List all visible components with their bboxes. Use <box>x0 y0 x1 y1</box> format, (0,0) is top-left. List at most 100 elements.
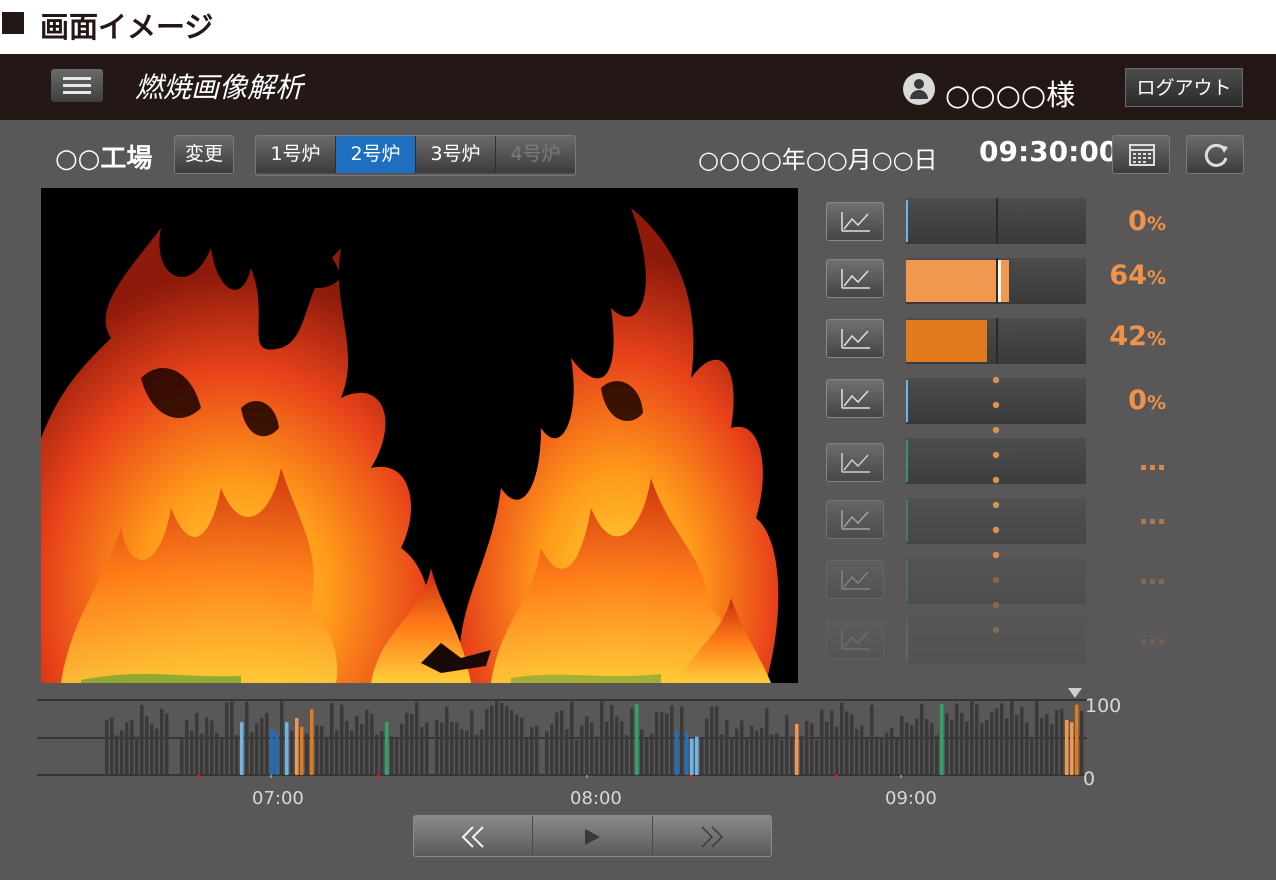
timeline-chart[interactable] <box>37 696 1087 778</box>
furnace-tabs: 1号炉 2号炉 3号炉 4号炉 <box>255 135 576 176</box>
timeline-bar <box>160 708 164 775</box>
trend-chart-button[interactable] <box>826 202 884 241</box>
timeline-bar <box>485 709 489 775</box>
combustion-camera-image <box>41 188 798 683</box>
timeline-bar <box>220 737 224 775</box>
refresh-button[interactable] <box>1186 135 1244 174</box>
page-heading: 画面イメージ <box>0 0 1276 52</box>
timeline-bar <box>705 718 709 775</box>
timeline-bar <box>590 722 594 775</box>
timeline-bar <box>340 704 344 775</box>
timeline-bar <box>455 722 459 775</box>
timeline-bar <box>550 724 554 775</box>
timeline-bar <box>245 701 249 775</box>
timeline-bar <box>215 732 219 775</box>
timeline-bar <box>505 705 509 775</box>
timeline-bar <box>1010 700 1014 775</box>
tab-furnace-3[interactable]: 3号炉 <box>416 136 496 173</box>
timeline-bar <box>525 739 529 775</box>
timeline-bar <box>700 739 704 775</box>
timeline-bar <box>815 739 819 775</box>
timeline-bar <box>635 704 639 775</box>
timeline-bar <box>800 735 804 775</box>
timeline-bar <box>535 725 539 775</box>
trend-chart-button[interactable] <box>826 319 884 358</box>
timeline-bar <box>1025 722 1029 775</box>
timeline-bar <box>920 703 924 775</box>
factory-name: ○○工場 <box>55 144 153 174</box>
time-label: 07:00 <box>252 788 304 809</box>
change-factory-button[interactable]: 変更 <box>174 135 234 174</box>
timeline-bar <box>325 736 329 775</box>
playback-controls <box>413 815 772 857</box>
marker-dot <box>992 501 1000 509</box>
timeline-bar <box>1080 711 1084 775</box>
timeline-bar <box>120 730 124 775</box>
metric-bar-fill <box>906 440 908 482</box>
trend-chart-button[interactable] <box>826 259 884 298</box>
timeline-bar <box>710 706 714 775</box>
play-button[interactable] <box>533 816 653 856</box>
timeline-bar <box>855 729 859 775</box>
timeline-bar <box>1060 708 1064 775</box>
timeline-bar <box>150 723 154 775</box>
timeline-bar <box>795 723 799 775</box>
timeline-bar <box>680 706 684 775</box>
line-chart-icon <box>841 389 870 409</box>
timeline-bar <box>355 715 359 775</box>
timeline-bar <box>290 730 294 775</box>
timeline-bar <box>840 702 844 775</box>
metric-bar <box>906 198 1086 244</box>
timeline-bar <box>460 729 464 775</box>
metric-value: … <box>1139 446 1166 477</box>
timeline-bar <box>285 722 289 775</box>
timeline-bar <box>870 704 874 775</box>
metric-bar-fill <box>906 560 908 602</box>
timeline-bar <box>630 708 634 775</box>
trend-chart-button[interactable] <box>826 500 884 539</box>
timeline-bar <box>275 733 279 775</box>
marker-dot <box>992 426 1000 434</box>
calendar-button[interactable] <box>1112 135 1170 174</box>
timeline-bar <box>660 712 664 775</box>
timeline-bar <box>105 720 109 775</box>
timeline-bar <box>845 711 849 775</box>
timeline-bar <box>610 705 614 775</box>
timeline-bar <box>600 700 604 775</box>
timeline-bar <box>955 703 959 775</box>
timeline-bar <box>790 736 794 775</box>
timeline-bar <box>715 706 719 775</box>
timeline-bar <box>560 710 564 775</box>
timeline-bar <box>945 713 949 775</box>
timeline-bar <box>380 731 384 775</box>
timeline-bar <box>265 713 269 775</box>
tab-furnace-2[interactable]: 2号炉 <box>336 136 416 173</box>
tab-furnace-1[interactable]: 1号炉 <box>256 136 336 173</box>
metric-bar-fill <box>906 620 908 662</box>
timeline-bar <box>670 705 674 775</box>
timeline-bar <box>760 728 764 775</box>
timeline-bar <box>930 723 934 775</box>
timeline-bar <box>145 716 149 775</box>
timeline-bar <box>575 739 579 775</box>
trend-chart-button[interactable] <box>826 443 884 482</box>
trend-chart-button[interactable] <box>826 620 884 659</box>
rewind-button[interactable] <box>414 816 534 856</box>
flame-image <box>41 188 798 683</box>
trend-chart-button[interactable] <box>826 560 884 599</box>
menu-button[interactable] <box>51 69 103 102</box>
metric-bar-fill <box>906 200 908 242</box>
timeline-bar <box>330 702 334 775</box>
timeline-bar <box>1035 701 1039 775</box>
timeline-bar <box>725 720 729 775</box>
metric-value: 64% <box>1109 260 1166 291</box>
timeline-bar <box>515 714 519 775</box>
logout-button[interactable]: ログアウト <box>1125 68 1243 107</box>
timeline-cursor-icon[interactable] <box>1067 687 1083 699</box>
alert-marker <box>835 775 838 778</box>
timeline-bar <box>280 700 284 775</box>
timeline-min-label: 0 <box>1083 768 1096 790</box>
fast-forward-button[interactable] <box>652 816 771 856</box>
trend-chart-button[interactable] <box>826 379 884 418</box>
timeline-bar <box>850 714 854 775</box>
